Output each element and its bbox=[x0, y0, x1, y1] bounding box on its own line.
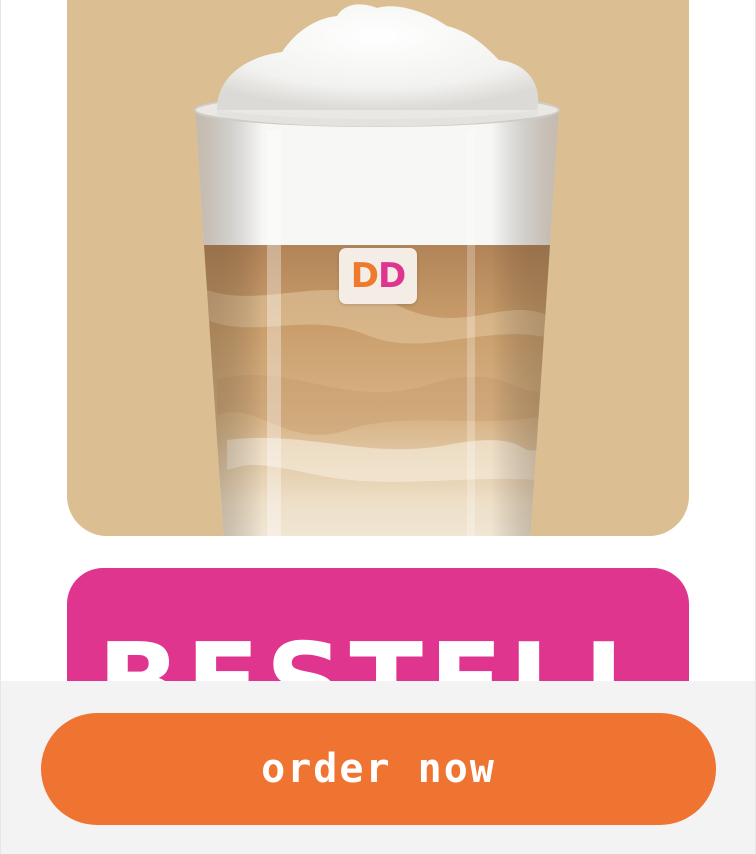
brand-logo-letter-orange: D bbox=[350, 256, 379, 296]
brand-logo: D D bbox=[339, 248, 417, 304]
product-hero-card[interactable]: D D bbox=[67, 0, 689, 536]
brand-logo-letter-pink: D bbox=[378, 256, 406, 296]
bottom-action-bar: order now bbox=[1, 681, 755, 854]
order-now-button[interactable]: order now bbox=[41, 713, 716, 825]
page: D D BESTELL order now bbox=[0, 0, 756, 854]
